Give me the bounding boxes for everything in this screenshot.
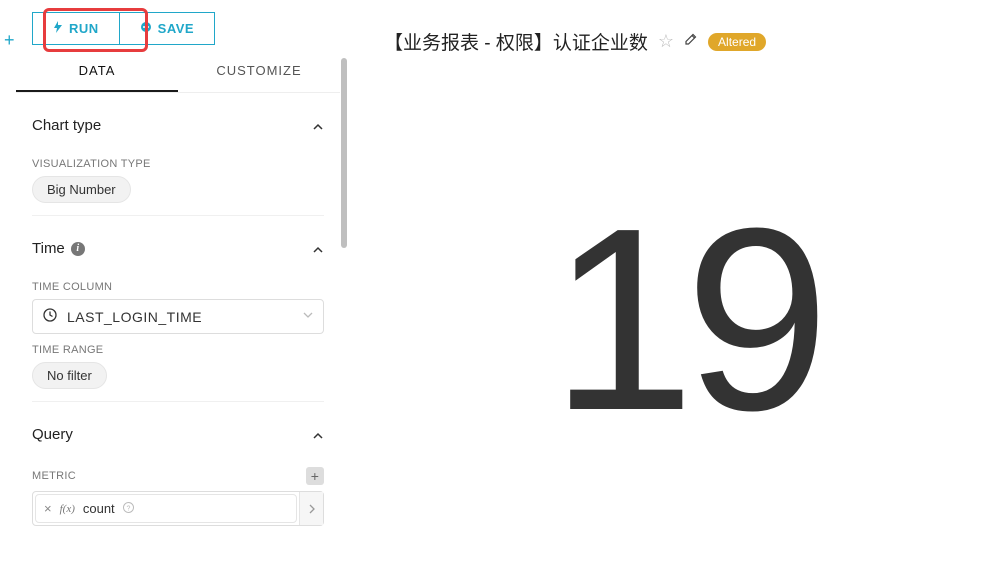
scrollbar-thumb[interactable] <box>341 58 347 248</box>
chevron-up-icon <box>312 243 324 255</box>
fx-icon: f(x) <box>60 503 75 515</box>
metric-caret-button[interactable] <box>299 492 323 525</box>
star-icon[interactable]: ☆ <box>658 31 674 52</box>
scrollbar[interactable] <box>340 0 348 585</box>
chevron-down-icon <box>303 310 313 323</box>
time-column-label: TIME COLUMN <box>32 281 324 293</box>
run-label: RUN <box>69 21 99 36</box>
metric-value: count <box>83 501 115 516</box>
remove-metric-icon[interactable]: × <box>44 501 52 516</box>
info-icon: i <box>71 242 85 256</box>
add-metric-button[interactable]: + <box>306 467 324 485</box>
clock-icon <box>43 308 57 325</box>
run-button[interactable]: RUN <box>32 12 119 45</box>
metric-label: METRIC <box>32 470 76 482</box>
visualization-type-value[interactable]: Big Number <box>32 176 131 203</box>
save-button[interactable]: SAVE <box>119 12 215 45</box>
section-chart-type-header[interactable]: Chart type <box>32 111 324 148</box>
save-label: SAVE <box>158 21 194 36</box>
time-range-value[interactable]: No filter <box>32 362 107 389</box>
time-column-select[interactable]: LAST_LOGIN_TIME <box>32 299 324 334</box>
plus-circle-icon <box>140 21 152 36</box>
section-time-header[interactable]: Time i <box>32 234 324 271</box>
chart-title: 【业务报表 - 权限】认证企业数 <box>384 28 648 55</box>
time-column-value: LAST_LOGIN_TIME <box>67 309 202 325</box>
big-number-display: 19 <box>384 55 986 585</box>
chevron-up-icon <box>312 120 324 132</box>
bolt-icon <box>53 21 63 36</box>
tab-customize[interactable]: CUSTOMIZE <box>178 53 340 92</box>
help-icon: ? <box>123 502 134 516</box>
section-query-header[interactable]: Query <box>32 420 324 457</box>
section-time-title: Time <box>32 240 65 257</box>
svg-text:?: ? <box>126 505 130 512</box>
time-range-label: TIME RANGE <box>32 344 324 356</box>
section-chart-type-title: Chart type <box>32 117 101 134</box>
chevron-up-icon <box>312 429 324 441</box>
visualization-type-label: VISUALIZATION TYPE <box>32 158 324 170</box>
tab-data[interactable]: DATA <box>16 53 178 92</box>
big-number-value: 19 <box>550 190 819 450</box>
section-query-title: Query <box>32 426 73 443</box>
edit-icon[interactable] <box>684 32 698 51</box>
expand-panel-handle[interactable]: + <box>4 30 15 51</box>
altered-badge: Altered <box>708 33 766 51</box>
